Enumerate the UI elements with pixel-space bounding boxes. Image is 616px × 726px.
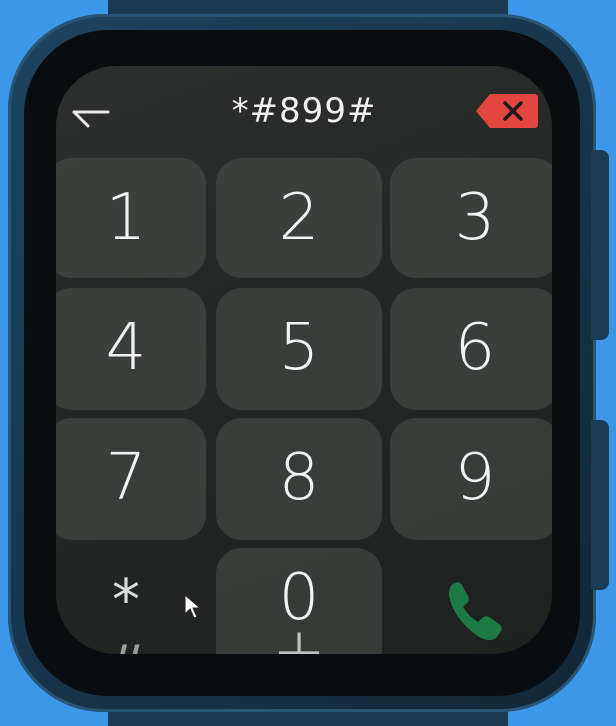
star-sub-label: # — [86, 632, 166, 654]
key-1[interactable]: 1 — [56, 158, 206, 278]
key-7[interactable]: 7 — [56, 418, 206, 540]
key-label: 6 — [454, 311, 496, 385]
key-5[interactable]: 5 — [216, 288, 382, 410]
key-label: 1 — [105, 181, 147, 255]
dialer-header: *#899# — [56, 66, 552, 156]
key-label: 4 — [105, 311, 147, 385]
back-button[interactable] — [68, 94, 112, 134]
watch-crown-button[interactable] — [591, 150, 609, 340]
call-button[interactable] — [431, 571, 521, 651]
key-3[interactable]: 3 — [390, 158, 552, 278]
key-4[interactable]: 4 — [56, 288, 206, 410]
key-label: 5 — [278, 311, 320, 385]
key-0[interactable]: 0 + — [216, 548, 382, 654]
key-label: 8 — [278, 441, 320, 515]
watch-side-button[interactable] — [591, 420, 609, 590]
backspace-icon — [476, 94, 538, 128]
key-star[interactable]: * # — [86, 566, 166, 654]
key-label: 9 — [454, 441, 496, 515]
key-label: 7 — [105, 441, 147, 515]
dialer-screen: *#899# 1 2 3 4 5 6 7 8 9 * # 0 + — [56, 66, 552, 654]
key-9[interactable]: 9 — [390, 418, 552, 540]
key-6[interactable]: 6 — [390, 288, 552, 410]
back-arrow-icon — [72, 110, 110, 128]
key-label: 2 — [278, 181, 320, 255]
key-8[interactable]: 8 — [216, 418, 382, 540]
zero-sub-label: + — [272, 615, 326, 654]
dial-number-display: *#899# — [231, 91, 377, 131]
key-2[interactable]: 2 — [216, 158, 382, 278]
phone-call-icon — [449, 582, 502, 640]
mouse-pointer-icon — [184, 594, 202, 619]
delete-button[interactable] — [474, 90, 540, 132]
key-label: 3 — [454, 181, 496, 255]
star-symbol: * — [112, 568, 140, 633]
